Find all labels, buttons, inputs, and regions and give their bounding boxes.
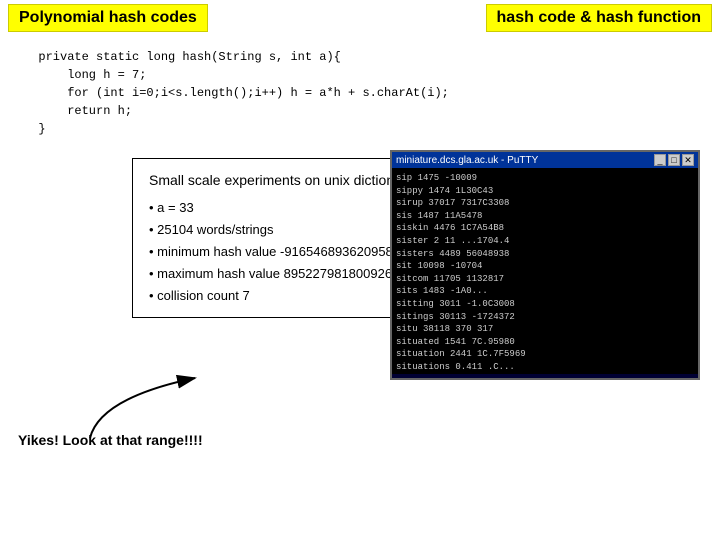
right-column: miniature.dcs.gla.ac.uk - PuTTY _ □ ✕ si… [390, 150, 720, 458]
terminal-titlebar: miniature.dcs.gla.ac.uk - PuTTY _ □ ✕ [392, 152, 698, 168]
page-wrapper: Polynomial hash codes hash code & hash f… [0, 0, 720, 540]
terminal-body: sip 1475 -10009 sippy 1474 1L30C43 sirup… [392, 168, 698, 374]
terminal-line-1: sippy 1474 1L30C43 [396, 185, 694, 198]
terminal-line-5: sister 2 11 ...1704.4 [396, 235, 694, 248]
terminal-line-4: siskin 4476 1C7A54B8 [396, 222, 694, 235]
terminal-line-12: situ 38118 370 317 [396, 323, 694, 336]
terminal-controls: _ □ ✕ [654, 154, 694, 166]
left-column: Small scale experiments on unix dictiona… [0, 150, 390, 458]
yikes-label: Yikes! Look at that range!!!! [18, 432, 203, 448]
terminal-title: miniature.dcs.gla.ac.uk - PuTTY [396, 155, 538, 166]
code-text: private static long hash(String s, int a… [24, 48, 696, 138]
terminal-line-13: situated 1541 7C.95980 [396, 336, 694, 349]
terminal-line-6: sisters 4489 56048938 [396, 248, 694, 261]
terminal-line-10: sitting 3011 -1.0C3008 [396, 298, 694, 311]
terminal-line-9: sits 1483 -1A0... [396, 285, 694, 298]
code-block: private static long hash(String s, int a… [8, 40, 712, 146]
terminal-line-16: six 11C384 0.5841 -3.0C308C [396, 374, 694, 375]
header: Polynomial hash codes hash code & hash f… [0, 0, 720, 36]
header-left-label: Polynomial hash codes [8, 4, 208, 32]
terminal-maximize-button[interactable]: □ [668, 154, 680, 166]
terminal-window: miniature.dcs.gla.ac.uk - PuTTY _ □ ✕ si… [390, 150, 700, 380]
terminal-line-11: sitings 30113 -1724372 [396, 311, 694, 324]
terminal-line-0: sip 1475 -10009 [396, 172, 694, 185]
terminal-minimize-button[interactable]: _ [654, 154, 666, 166]
terminal-line-2: sirup 37017 7317C3308 [396, 197, 694, 210]
terminal-line-8: sitcom 11705 1132817 [396, 273, 694, 286]
terminal-line-15: situations 0.411 .C... [396, 361, 694, 374]
bottom-section: Small scale experiments on unix dictiona… [0, 150, 720, 458]
terminal-line-7: sit 10098 -10704 [396, 260, 694, 273]
terminal-line-3: sis 1487 11A5478 [396, 210, 694, 223]
header-right-label: hash code & hash function [486, 4, 712, 32]
terminal-line-14: situation 2441 1C.7F5969 [396, 348, 694, 361]
terminal-close-button[interactable]: ✕ [682, 154, 694, 166]
